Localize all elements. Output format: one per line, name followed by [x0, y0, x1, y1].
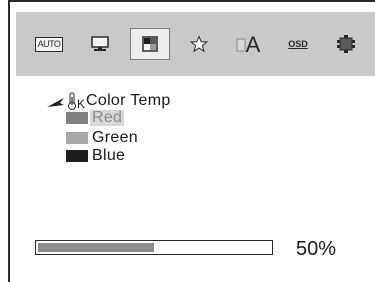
slider-value: 50% [296, 238, 337, 260]
menu-item-label: Red [90, 109, 125, 126]
star-icon [190, 35, 208, 53]
menu-item-blue[interactable]: Blue [66, 148, 127, 164]
frame-left-border [8, 0, 10, 282]
menu-item-red[interactable]: Red [66, 109, 125, 126]
red-swatch [66, 112, 88, 124]
selection-arrow-icon [47, 98, 64, 107]
osd-toolbar: AUTO A OSD [16, 12, 375, 76]
kelvin-label: K [77, 97, 86, 111]
menu-header: K Color Temp [46, 88, 171, 110]
color-temp-tab[interactable] [130, 28, 170, 60]
osd-settings-button[interactable]: OSD [286, 28, 310, 60]
menu-item-label: Blue [92, 147, 126, 164]
green-swatch [66, 132, 88, 144]
menu-item-green[interactable]: Green [66, 130, 140, 146]
font-setting-button[interactable]: A [236, 28, 266, 60]
reset-button[interactable] [334, 28, 358, 60]
reset-icon [337, 35, 355, 53]
svg-text:A: A [246, 33, 261, 55]
frame-top-border [8, 0, 375, 2]
font-a-icon: A [236, 33, 261, 55]
color-temp-k-icon: K [67, 92, 85, 110]
display-settings-button[interactable] [87, 28, 113, 60]
menu-title: Color Temp [86, 92, 171, 109]
blue-swatch [66, 150, 88, 162]
favorite-button[interactable] [186, 28, 212, 60]
monitor-icon [91, 36, 109, 51]
auto-icon: AUTO [34, 36, 64, 52]
slider-fill [38, 243, 154, 252]
osd-icon: OSD [288, 39, 308, 49]
value-slider[interactable] [35, 240, 273, 255]
menu-item-label: Green [92, 129, 138, 146]
color-temp-menu: K Color Temp Red Green Blue [46, 88, 171, 164]
auto-adjust-button[interactable]: AUTO [34, 28, 64, 60]
color-temp-icon [142, 36, 158, 52]
